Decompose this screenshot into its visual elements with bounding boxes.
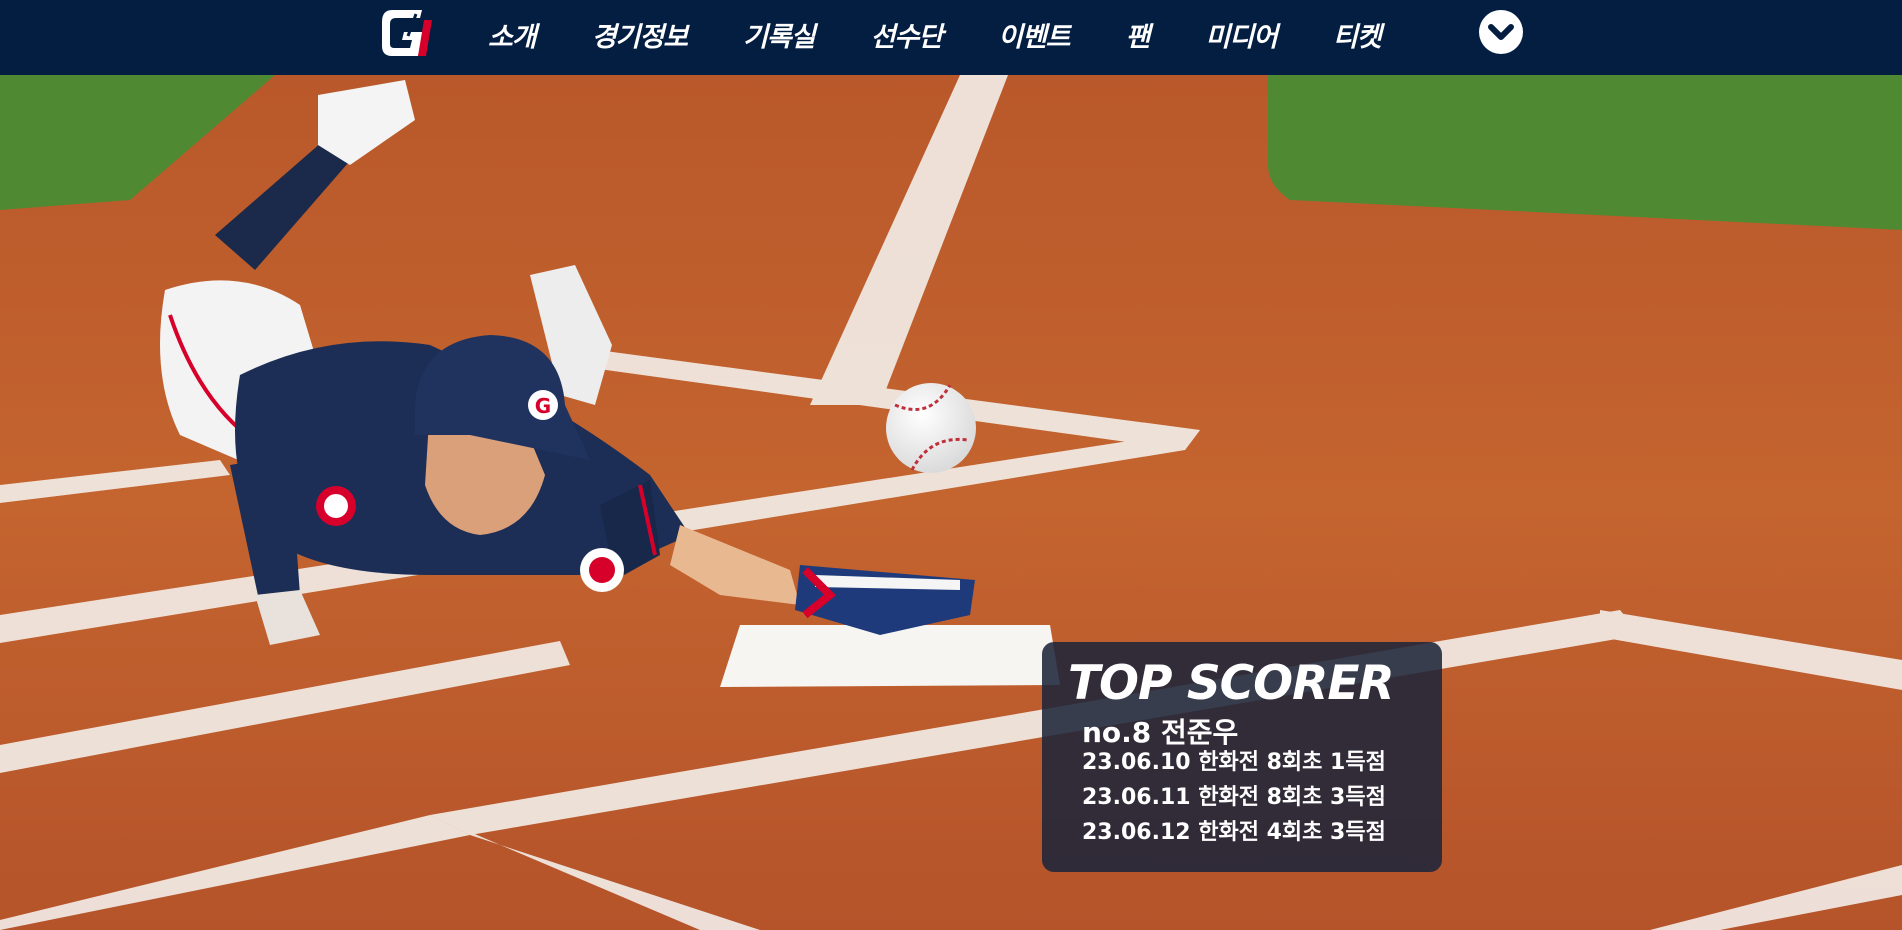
top-scorer-record: 23.06.11 한화전 8회초 3득점 <box>1082 785 1386 810</box>
top-scorer-record: 23.06.12 한화전 4회초 3득점 <box>1082 820 1386 845</box>
main-nav: 소개 경기정보 기록실 선수단 이벤트 팬 미디어 티켓 <box>470 0 1382 68</box>
nav-item-players[interactable]: 선수단 <box>871 15 944 54</box>
top-scorer-record: 23.06.10 한화전 8회초 1득점 <box>1082 750 1386 775</box>
top-navigation-bar: 소개 경기정보 기록실 선수단 이벤트 팬 미디어 티켓 <box>0 0 1902 75</box>
nav-item-events[interactable]: 이벤트 <box>998 15 1071 54</box>
hero-illustration: G <box>0 75 1902 930</box>
nav-item-game-info[interactable]: 경기정보 <box>592 15 688 54</box>
chevron-down-icon <box>1488 24 1514 40</box>
nav-item-fan[interactable]: 팬 <box>1126 15 1151 54</box>
nav-item-records[interactable]: 기록실 <box>743 15 816 54</box>
nav-item-ticket[interactable]: 티켓 <box>1333 15 1382 54</box>
svg-text:G: G <box>535 394 551 418</box>
top-scorer-card: TOP SCORER no.8 전준우 23.06.10 한화전 8회초 1득점… <box>1042 642 1442 872</box>
nav-item-intro[interactable]: 소개 <box>488 15 537 54</box>
page: 소개 경기정보 기록실 선수단 이벤트 팬 미디어 티켓 G TOP SCORE… <box>0 0 1902 930</box>
top-scorer-records: 23.06.10 한화전 8회초 1득점 23.06.11 한화전 8회초 3득… <box>1082 745 1386 850</box>
team-logo-icon[interactable] <box>378 6 434 60</box>
hero-banner: G <box>0 75 1902 930</box>
top-scorer-title: TOP SCORER <box>1068 656 1395 711</box>
nav-item-media[interactable]: 미디어 <box>1206 15 1279 54</box>
more-menu-button[interactable] <box>1479 10 1523 54</box>
baseball-illustration <box>886 383 976 473</box>
home-plate <box>720 625 1060 687</box>
